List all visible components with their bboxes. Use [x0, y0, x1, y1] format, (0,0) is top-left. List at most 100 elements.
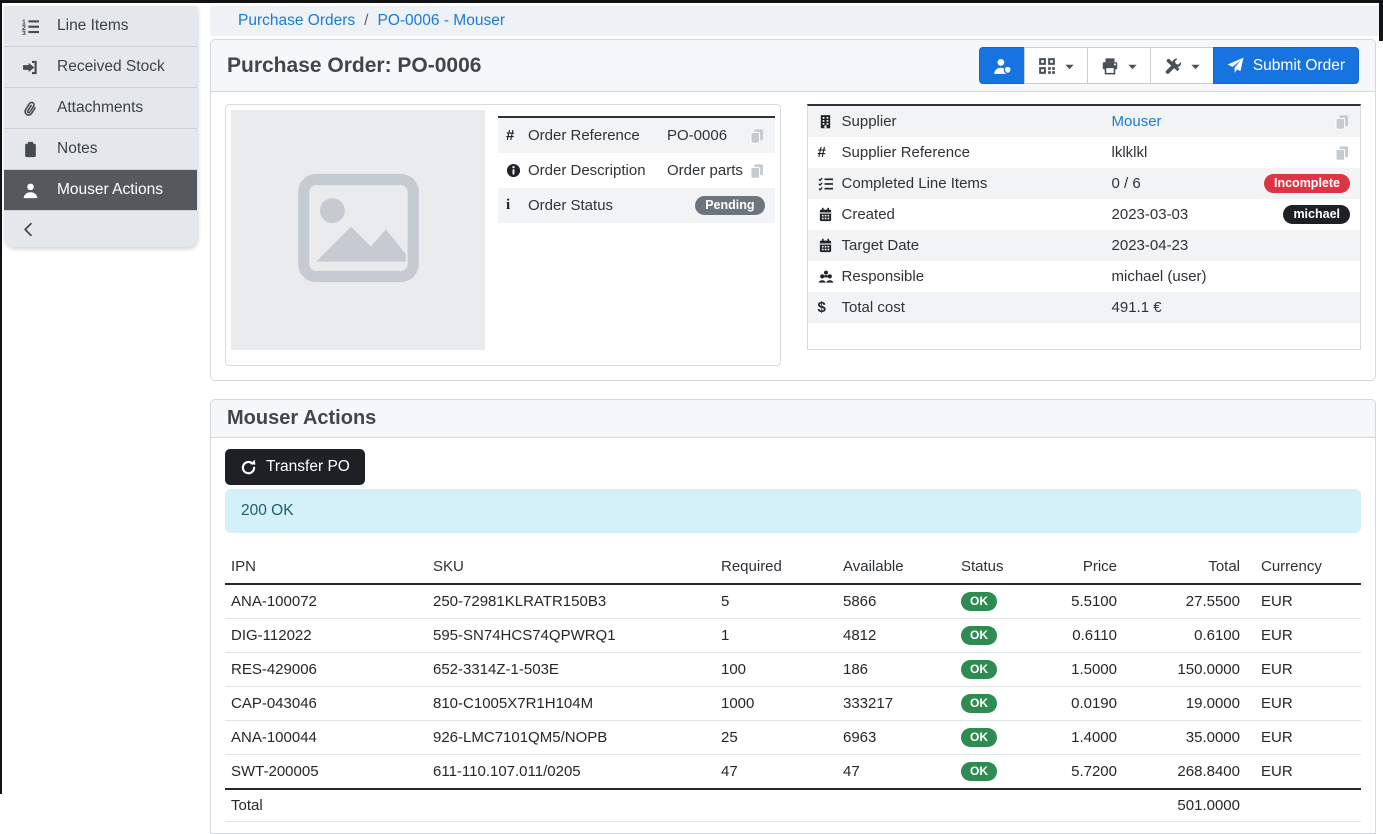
info-icon: i	[498, 197, 528, 214]
detail-label: Target Date	[842, 237, 1112, 254]
button-label: Submit Order	[1253, 57, 1345, 75]
hash-icon: #	[498, 127, 528, 144]
sidebar-item-label: Line Items	[57, 17, 129, 35]
table-row: RES-429006652-3314Z-1-503E100186OK1.5000…	[225, 653, 1361, 687]
hash-icon: #	[808, 144, 842, 161]
cell-available: 333217	[837, 687, 955, 721]
copy-icon[interactable]	[1334, 114, 1350, 130]
breadcrumb-link-purchase-orders[interactable]: Purchase Orders	[238, 12, 355, 30]
user-shield-icon	[993, 57, 1011, 75]
column-header-ipn: IPN	[225, 550, 427, 584]
mouser-actions-header: Mouser Actions	[211, 400, 1375, 438]
info-circle-icon	[498, 163, 528, 178]
cell-total: 35.0000	[1123, 721, 1246, 755]
sidebar-item-attachments[interactable]: Attachments	[4, 88, 197, 129]
image-icon	[296, 172, 421, 289]
sidebar-item-mouser-actions[interactable]: Mouser Actions	[4, 170, 197, 211]
sidebar-item-notes[interactable]: Notes	[4, 129, 197, 170]
order-details-table: #Order ReferencePO-0006Order Description…	[498, 116, 775, 223]
copy-icon[interactable]	[749, 163, 765, 179]
copy-icon[interactable]	[1334, 145, 1350, 161]
transfer-po-label: Transfer PO	[266, 458, 350, 476]
breadcrumb-link-current-order[interactable]: PO-0006 - Mouser	[377, 12, 505, 30]
supplier-details-table: SupplierMouser#Supplier Referencelklklkl…	[807, 104, 1361, 350]
sidebar-item-received-stock[interactable]: Received Stock	[4, 47, 197, 88]
barcode-actions-button[interactable]	[1024, 47, 1088, 84]
supplier-link[interactable]: Mouser	[1112, 113, 1162, 130]
tools-icon	[1164, 57, 1182, 75]
mouser-actions-card: Mouser Actions Transfer PO 200 OK IPNSKU…	[210, 399, 1376, 834]
detail-label: Order Description	[528, 162, 667, 179]
submit-order-button[interactable]: Submit Order	[1213, 47, 1359, 84]
dollar-icon: $	[808, 299, 842, 316]
column-header-status: Status	[955, 550, 1025, 584]
table-row: ANA-100044926-LMC7101QM5/NOPB256963OK1.4…	[225, 721, 1361, 755]
status-alert-text: 200 OK	[241, 502, 294, 519]
panel-title: Mouser Actions	[227, 407, 376, 430]
cell-total: 27.5500	[1123, 584, 1246, 619]
table-row: SWT-200005611-110.107.011/02054747OK5.72…	[225, 755, 1361, 790]
chevron-left-icon	[21, 222, 36, 237]
order-actions-button[interactable]	[1150, 47, 1214, 84]
ok-status-badge: OK	[961, 694, 997, 713]
ok-status-badge: OK	[961, 762, 997, 781]
cell-currency: EUR	[1246, 584, 1361, 619]
window-edge	[1379, 3, 1383, 41]
cell-currency: EUR	[1246, 653, 1361, 687]
detail-value: 0 / 6	[1112, 175, 1141, 192]
sidebar-collapse-button[interactable]	[4, 211, 197, 247]
cell-price: 0.6110	[1025, 619, 1123, 653]
detail-value: lklklkl	[1112, 144, 1148, 161]
cell-status: OK	[955, 619, 1025, 653]
cell-total: 0.6100	[1123, 619, 1246, 653]
detail-row-responsible: Responsiblemichael (user)	[808, 261, 1360, 292]
cell-ipn: ANA-100072	[225, 584, 427, 619]
cell-price: 0.0190	[1025, 687, 1123, 721]
detail-label: Completed Line Items	[842, 175, 1112, 192]
caret-down-icon	[1065, 57, 1074, 75]
list-check-icon	[808, 176, 842, 191]
detail-row-supplier: SupplierMouser	[808, 106, 1360, 137]
table-row: ANA-100072250-72981KLRATR150B355866OK5.5…	[225, 584, 1361, 619]
order-summary-panel: #Order ReferencePO-0006Order Description…	[225, 104, 781, 366]
transfer-po-button[interactable]: Transfer PO	[225, 449, 365, 485]
cell-sku: 611-110.107.011/0205	[427, 755, 715, 790]
detail-row-order-description: Order DescriptionOrder parts	[498, 153, 775, 188]
sidebar-item-label: Received Stock	[57, 58, 165, 76]
column-header-available: Available	[837, 550, 955, 584]
sidebar-item-label: Notes	[57, 140, 98, 158]
users-icon	[808, 269, 842, 285]
clipboard-icon	[20, 141, 40, 158]
cell-required: 5	[715, 584, 837, 619]
caret-down-icon	[1128, 57, 1137, 75]
detail-row-order-reference: #Order ReferencePO-0006	[498, 118, 775, 153]
svg-text:3: 3	[22, 30, 26, 35]
line-items-table: IPNSKURequiredAvailableStatusPriceTotalC…	[225, 550, 1361, 822]
cell-status: OK	[955, 653, 1025, 687]
cell-price: 1.5000	[1025, 653, 1123, 687]
table-row: CAP-043046810-C1005X7R1H104M1000333217OK…	[225, 687, 1361, 721]
detail-row-completed-line-items: Completed Line Items0 / 6Incomplete	[808, 168, 1360, 199]
user-roles-button[interactable]	[979, 47, 1025, 84]
ok-status-badge: OK	[961, 660, 997, 679]
detail-row-supplier-reference: #Supplier Referencelklklkl	[808, 137, 1360, 168]
detail-row-target-date: Target Date2023-04-23	[808, 230, 1360, 261]
detail-label: Total cost	[842, 299, 1112, 316]
sidebar-item-line-items[interactable]: 123Line Items	[4, 6, 197, 47]
print-actions-button[interactable]	[1087, 47, 1151, 84]
cell-ipn: SWT-200005	[225, 755, 427, 790]
cell-sku: 250-72981KLRATR150B3	[427, 584, 715, 619]
column-header-sku: SKU	[427, 550, 715, 584]
order-image-placeholder	[231, 110, 485, 350]
detail-row-created: Created2023-03-03michael	[808, 199, 1360, 230]
order-overview-header: Purchase Order: PO-0006 Submit Order	[211, 40, 1375, 92]
status-badge: Pending	[695, 196, 764, 216]
cell-currency: EUR	[1246, 687, 1361, 721]
column-header-price: Price	[1025, 550, 1123, 584]
cell-available: 186	[837, 653, 955, 687]
sidebar: 123Line ItemsReceived StockAttachmentsNo…	[4, 6, 197, 247]
column-header-total: Total	[1123, 550, 1246, 584]
copy-icon[interactable]	[749, 128, 765, 144]
order-overview-body: #Order ReferencePO-0006Order Description…	[211, 92, 1375, 380]
order-overview-card: Purchase Order: PO-0006 Submit Order #Or…	[210, 39, 1376, 381]
